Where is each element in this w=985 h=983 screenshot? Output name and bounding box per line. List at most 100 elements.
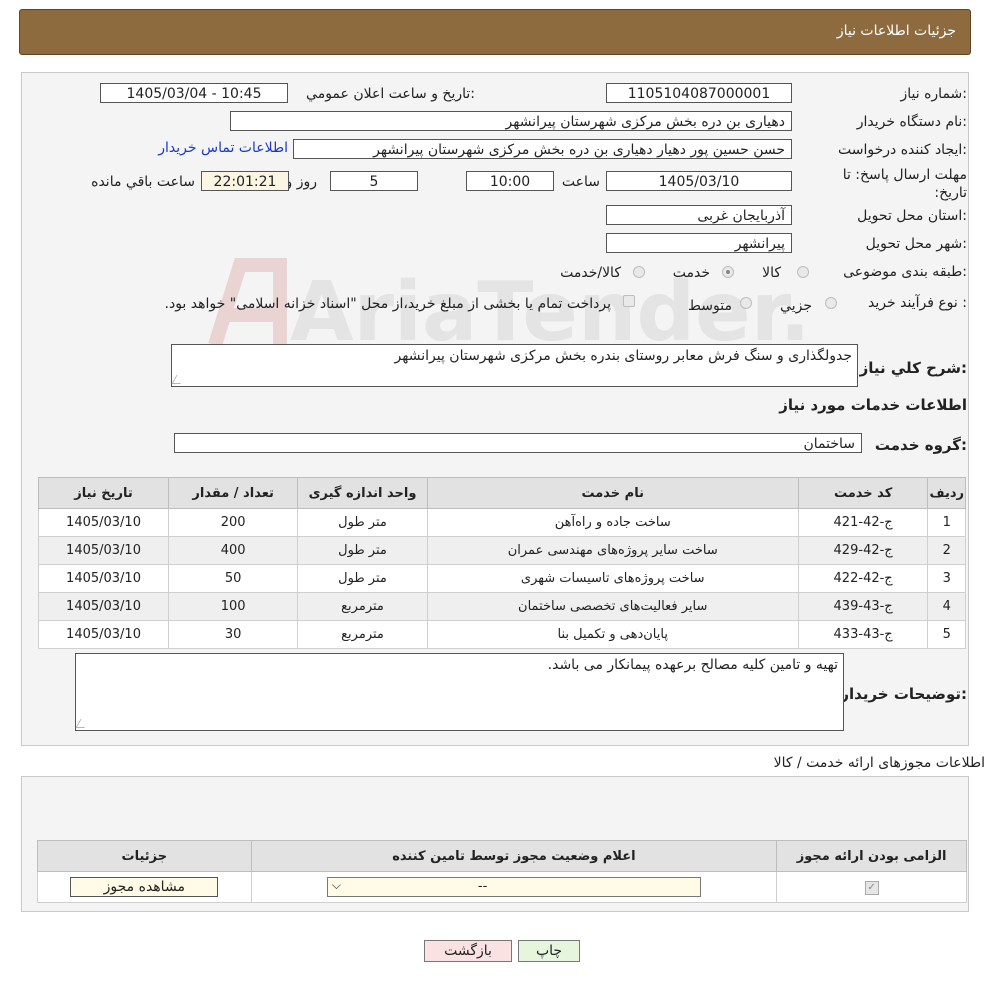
cell-unit: مترمربع [297,620,428,649]
buyer-org-label: نام دستگاه خریدار: [856,114,967,130]
page-header: جزئیات اطلاعات نیاز [19,9,971,55]
col-row-header: ردیف [927,477,966,509]
col-unit-header: واحد اندازه گیری [297,477,428,509]
purchase-medium-radio[interactable] [740,297,752,309]
view-permit-button[interactable]: مشاهده مجوز [70,877,219,897]
col-date-header: تاریخ نیاز [37,477,170,509]
table-row: 4 ج-43-439 سایر فعالیت‌های تخصصی ساختمان… [37,592,966,621]
col-qty-header: تعداد / مقدار [168,477,299,509]
buyer-notes-label: توضیحات خریدار: [840,685,967,703]
cell-code: ج-43-439 [797,592,929,621]
need-number-label: شماره نیاز: [900,86,967,102]
col-permit-status-header: اعلام وضعیت مجوز توسط تامین کننده [250,840,778,872]
services-table: ردیف کد خدمت نام خدمت واحد اندازه گیری ت… [37,477,966,649]
cell-unit: متر طول [297,508,428,537]
cell-service-name: ساخت سایر پروژه‌های مهندسی عمران [426,536,799,565]
permits-title: اطلاعات مجوزهای ارائه خدمت / کالا [773,755,985,771]
need-number-field: 1105104087000001 [606,83,792,103]
cell-service-name: پایان‌دهی و تکمیل بنا [426,620,799,649]
cell-code: ج-42-421 [797,508,929,537]
general-desc-textarea[interactable]: جدولگذاری و سنگ فرش معابر روستای بندره ب… [171,344,858,387]
cell-index: 2 [927,536,966,565]
back-button[interactable]: بازگشت [424,940,512,962]
permit-status-select[interactable]: -- ⌵ [326,877,701,897]
col-code-header: کد خدمت [797,477,929,509]
permit-required-checkbox: ✓ [864,881,879,895]
cell-code: ج-43-433 [797,620,929,649]
services-info-title: اطلاعات خدمات مورد نیاز [779,396,967,414]
purchase-type-label: نوع فرآیند خرید : [868,295,967,311]
cell-quantity: 30 [168,620,299,649]
cell-unit: متر طول [297,536,428,565]
print-button[interactable]: چاپ [518,940,580,962]
buyer-notes-textarea[interactable]: تهیه و تامین کلیه مصالح برعهده پیمانکار … [75,653,844,731]
col-name-header: نام خدمت [426,477,799,509]
cell-index: 3 [927,564,966,593]
cell-date: 1405/03/10 [37,620,170,649]
category-service-label: خدمت [672,265,710,281]
cell-service-name: ساخت جاده و راه‌آهن [426,508,799,537]
cell-index: 4 [927,592,966,621]
announce-datetime-label: تاریخ و ساعت اعلان عمومي: [306,86,475,102]
resize-grip-icon[interactable] [75,719,90,728]
table-row: 3 ج-42-422 ساخت پروژه‌های تاسیسات شهری م… [37,564,966,593]
permits-table-wrap: الزامی بودن ارائه مجوز اعلام وضعیت مجوز … [37,840,967,903]
table-row: ✓ -- ⌵ مشاهده مجوز [37,871,967,903]
col-permit-details-header: جزئیات [37,840,252,872]
general-desc-label: شرح کلي نیاز: [859,359,967,377]
purchase-minor-label: جزیي [780,298,812,314]
category-label: طبقه بندی موضوعی: [843,264,967,280]
deadline-label: مهلت ارسال پاسخ: تا تاریخ: [842,167,967,201]
table-row: 5 ج-43-433 پایان‌دهی و تکمیل بنا مترمربع… [37,620,966,649]
cell-date: 1405/03/10 [37,508,170,537]
category-goods-radio[interactable] [797,266,809,278]
cell-index: 1 [927,508,966,537]
delivery-province-label: استان محل تحویل: [857,208,967,224]
permit-status-cell: -- ⌵ [250,871,778,903]
service-group-label: گروه خدمت: [874,436,967,454]
remaining-time-field: 22:01:21 [201,171,289,191]
permit-status-value: -- [477,879,488,894]
days-label: روز و [285,174,318,190]
delivery-province-field: آذربایجان غربی [606,205,792,225]
deadline-date-field: 1405/03/10 [606,171,792,191]
remaining-label: ساعت باقي مانده [91,174,195,190]
permit-required-cell: ✓ [776,871,967,903]
services-table-wrap: ردیف کد خدمت نام خدمت واحد اندازه گیری ت… [37,477,966,649]
permit-details-cell: مشاهده مجوز [37,871,252,903]
days-field: 5 [330,171,418,191]
category-goods-service-label: کالا/خدمت [560,265,621,281]
category-goods-service-radio[interactable] [633,266,645,278]
purchase-note: پرداخت تمام یا بخشی از مبلغ خرید،از محل … [164,296,611,312]
deadline-time-label: ساعت [561,174,600,190]
col-permit-required-header: الزامی بودن ارائه مجوز [776,840,967,872]
cell-date: 1405/03/10 [37,564,170,593]
delivery-city-field: پیرانشهر [606,233,792,253]
category-service-radio[interactable] [722,266,734,278]
cell-unit: مترمربع [297,592,428,621]
requester-label: ایجاد کننده درخواست: [838,142,967,158]
table-row: 1 ج-42-421 ساخت جاده و راه‌آهن متر طول 2… [37,508,966,537]
treasury-checkbox[interactable] [623,295,635,307]
buyer-org-field: دهیاری بن دره بخش مرکزی شهرستان پیرانشهر [230,111,792,131]
announce-datetime-field: 1405/03/04 - 10:45 [100,83,288,103]
category-goods-label: کالا [762,265,781,281]
general-desc-text: جدولگذاری و سنگ فرش معابر روستای بندره ب… [394,348,852,364]
cell-quantity: 100 [168,592,299,621]
chevron-down-icon: ⌵ [331,878,342,892]
purchase-minor-radio[interactable] [825,297,837,309]
cell-quantity: 400 [168,536,299,565]
page-title: جزئیات اطلاعات نیاز [836,23,956,39]
cell-quantity: 200 [168,508,299,537]
purchase-medium-label: متوسط [688,298,732,314]
requester-field: حسن حسین پور دهیار دهیاری بن دره بخش مرک… [293,139,792,159]
resize-grip-icon[interactable] [171,375,186,384]
cell-unit: متر طول [297,564,428,593]
delivery-city-label: شهر محل تحویل: [865,236,967,252]
table-row: 2 ج-42-429 ساخت سایر پروژه‌های مهندسی عم… [37,536,966,565]
service-group-field: ساختمان [174,433,862,453]
cell-service-name: سایر فعالیت‌های تخصصی ساختمان [426,592,799,621]
cell-code: ج-42-422 [797,564,929,593]
cell-date: 1405/03/10 [37,592,170,621]
buyer-contact-link[interactable]: اطلاعات تماس خریدار [158,140,288,156]
